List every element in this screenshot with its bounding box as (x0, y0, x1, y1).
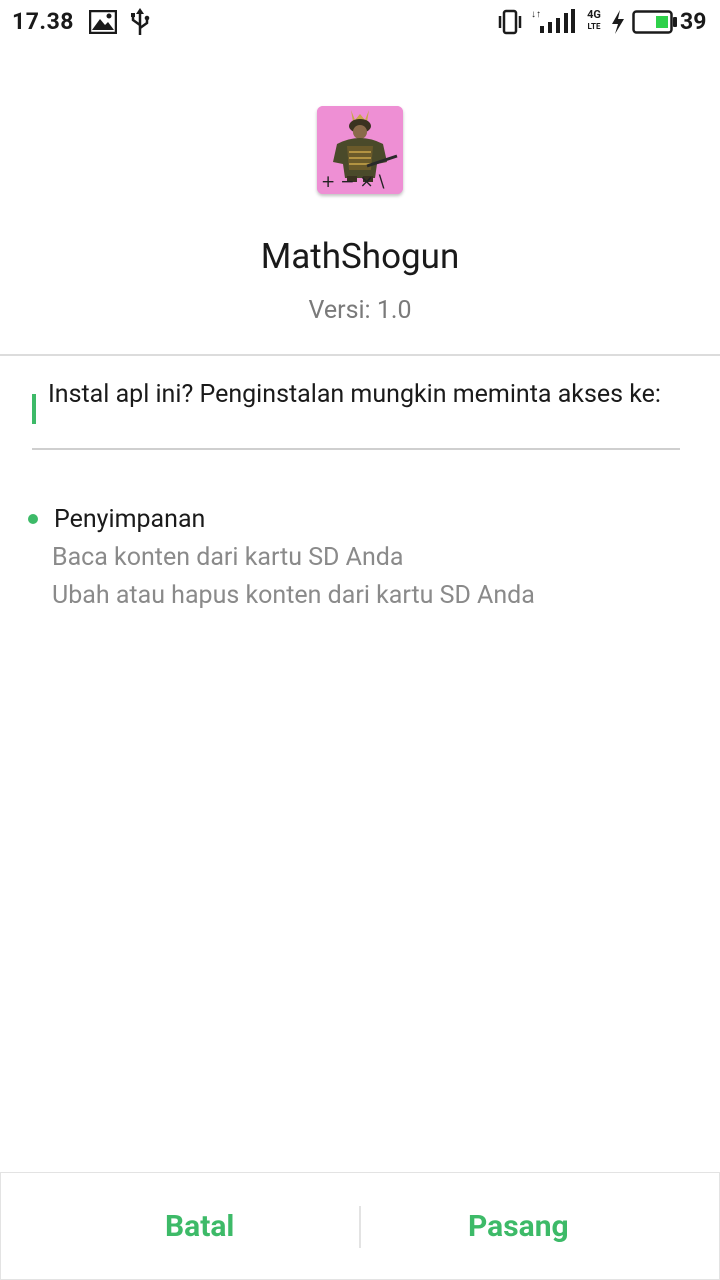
status-bar: 17.38 ↓↑ 4G LTE 39 (0, 0, 720, 44)
battery-level: 39 (680, 8, 707, 35)
network-label-4g: 4G (587, 8, 601, 21)
install-prompt: Instal apl ini? Penginstalan mungkin mem… (48, 380, 661, 409)
install-button[interactable]: Pasang (360, 1173, 718, 1279)
charging-icon (612, 10, 624, 34)
vibrate-icon (498, 9, 522, 35)
app-version: Versi: 1.0 (308, 296, 412, 325)
app-icon-glyphs: +−×\ (321, 172, 390, 192)
header-divider (0, 354, 720, 356)
usb-icon (131, 8, 150, 35)
permission-item: Ubah atau hapus konten dari kartu SD And… (52, 581, 535, 610)
status-time: 17.38 (12, 8, 74, 35)
image-icon (89, 10, 117, 34)
signal-icon: ↓↑ (531, 9, 575, 33)
cancel-button[interactable]: Batal (1, 1173, 359, 1279)
prompt-divider (32, 448, 680, 450)
network-label-lte: LTE (587, 22, 601, 31)
prompt-accent-bar (32, 394, 36, 424)
app-name: MathShogun (260, 236, 460, 277)
svg-text:↓↑: ↓↑ (531, 9, 541, 20)
app-icon: +−×\ (317, 106, 403, 194)
action-bar: Batal Pasang (0, 1172, 720, 1280)
permission-bullet-icon (28, 514, 38, 524)
permission-item: Baca konten dari kartu SD Anda (52, 543, 404, 572)
network-4g-lte-icon: 4G LTE (584, 8, 604, 32)
permission-group-title: Penyimpanan (54, 505, 206, 534)
battery-icon (632, 10, 677, 34)
